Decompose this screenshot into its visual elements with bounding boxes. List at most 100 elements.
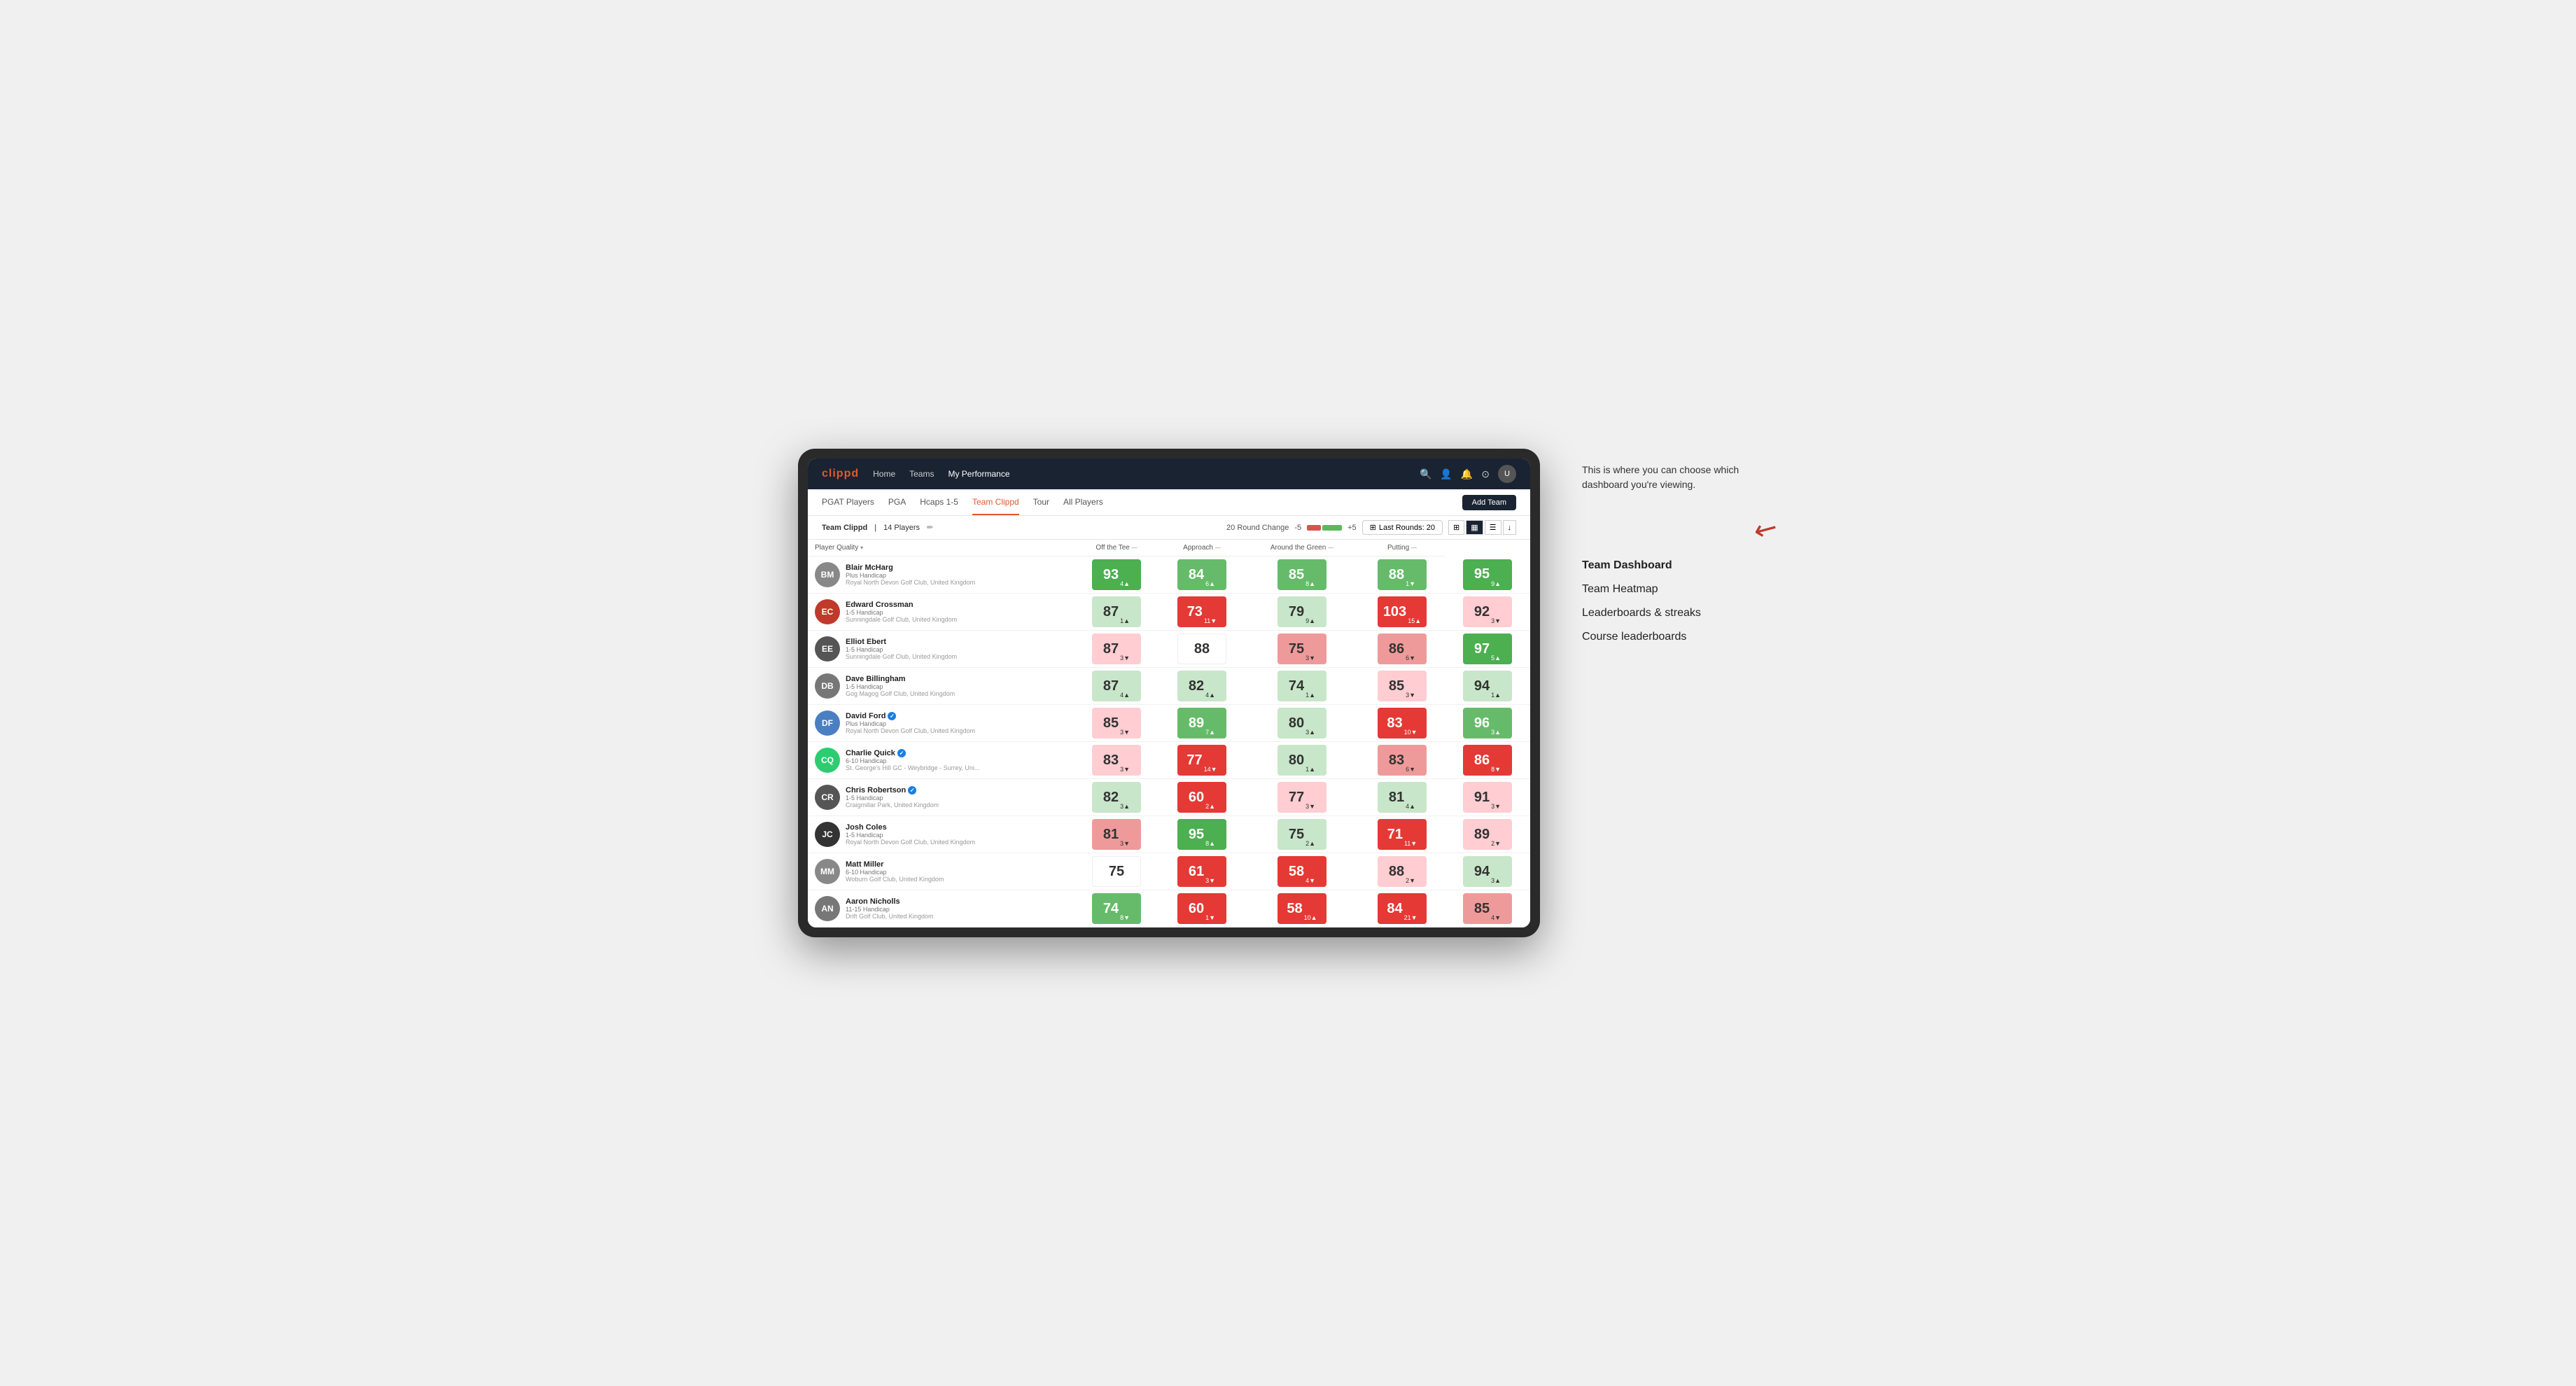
score-cell: 897▲ xyxy=(1159,705,1245,742)
nav-my-performance[interactable]: My Performance xyxy=(948,466,1009,482)
user-avatar[interactable]: U xyxy=(1498,465,1516,483)
sort-arrow-putting: — xyxy=(1411,545,1417,551)
grid-view-button[interactable]: ⊞ xyxy=(1448,520,1464,535)
menu-item-team-heatmap[interactable]: Team Heatmap xyxy=(1582,583,1778,596)
score-change: 15▲ xyxy=(1408,617,1421,624)
score-cell: 7111▼ xyxy=(1359,816,1445,853)
table-row: ANAaron Nicholls11-15 HandicapDrift Golf… xyxy=(808,890,1530,927)
score-value: 87 xyxy=(1103,604,1119,620)
score-change: 1▲ xyxy=(1306,766,1315,773)
score-change: 2▼ xyxy=(1491,840,1501,847)
table-row: DFDavid FordPlus HandicapRoyal North Dev… xyxy=(808,705,1530,742)
score-value: 82 xyxy=(1189,678,1204,694)
score-change: 8▲ xyxy=(1306,580,1315,587)
table-header-row: Player Quality ▾ Off the Tee — Approach … xyxy=(808,540,1530,556)
score-value: 60 xyxy=(1189,901,1204,917)
settings-icon[interactable]: ⊙ xyxy=(1481,468,1490,480)
score-value: 75 xyxy=(1289,827,1304,843)
player-cell[interactable]: EEElliot Ebert1-5 HandicapSunningdale Go… xyxy=(808,631,1074,668)
edit-icon[interactable]: ✏ xyxy=(927,523,933,532)
player-cell[interactable]: CQCharlie Quick6-10 HandicapSt. George's… xyxy=(808,742,1074,779)
score-cell: 752▲ xyxy=(1245,816,1359,853)
score-change: 3▲ xyxy=(1491,729,1501,736)
player-cell[interactable]: CRChris Robertson1-5 HandicapCraigmillar… xyxy=(808,779,1074,816)
score-cell: 853▼ xyxy=(1359,668,1445,705)
player-cell[interactable]: DBDave Billingham1-5 HandicapGog Magog G… xyxy=(808,668,1074,705)
player-cell[interactable]: ECEdward Crossman1-5 HandicapSunningdale… xyxy=(808,594,1074,631)
score-cell: 7714▼ xyxy=(1159,742,1245,779)
score-change: 3▲ xyxy=(1306,729,1315,736)
score-value: 75 xyxy=(1289,641,1304,657)
score-change: 9▲ xyxy=(1306,617,1315,624)
add-team-button[interactable]: Add Team xyxy=(1462,495,1516,510)
player-cell[interactable]: BMBlair McHargPlus HandicapRoyal North D… xyxy=(808,556,1074,594)
score-change: 5▲ xyxy=(1491,654,1501,662)
score-cell: 923▼ xyxy=(1445,594,1530,631)
score-value: 79 xyxy=(1289,604,1304,620)
download-button[interactable]: ↓ xyxy=(1503,520,1517,535)
score-cell: 602▲ xyxy=(1159,779,1245,816)
last-rounds-button[interactable]: ⊞ Last Rounds: 20 xyxy=(1362,520,1443,535)
menu-item-leaderboards[interactable]: Leaderboards & streaks xyxy=(1582,607,1778,620)
nav-teams[interactable]: Teams xyxy=(909,466,934,482)
last-rounds-icon: ⊞ xyxy=(1370,523,1376,532)
score-value: 60 xyxy=(1189,790,1204,806)
table-view-button[interactable]: ▦ xyxy=(1466,520,1483,535)
subnav-pga[interactable]: PGA xyxy=(888,490,906,515)
score-value: 82 xyxy=(1103,790,1119,806)
table-row: CRChris Robertson1-5 HandicapCraigmillar… xyxy=(808,779,1530,816)
player-cell[interactable]: ANAaron Nicholls11-15 HandicapDrift Golf… xyxy=(808,890,1074,927)
col-player-quality: Player Quality ▾ xyxy=(808,540,1074,556)
score-value: 103 xyxy=(1383,604,1406,620)
change-min: -5 xyxy=(1294,524,1301,532)
table-row: BMBlair McHargPlus HandicapRoyal North D… xyxy=(808,556,1530,594)
nav-home[interactable]: Home xyxy=(873,466,895,482)
subnav-team-clippd[interactable]: Team Clippd xyxy=(972,490,1019,515)
search-icon[interactable]: 🔍 xyxy=(1420,468,1432,480)
menu-item-course-leaderboards[interactable]: Course leaderboards xyxy=(1582,631,1778,643)
team-name: Team Clippd xyxy=(822,524,867,532)
subnav-pgat-players[interactable]: PGAT Players xyxy=(822,490,874,515)
verified-badge xyxy=(908,786,916,794)
score-cell: 943▲ xyxy=(1445,853,1530,890)
score-cell: 874▲ xyxy=(1074,668,1159,705)
score-change: 3▲ xyxy=(1120,803,1130,810)
player-avatar: EC xyxy=(815,599,840,624)
round-change-area: 20 Round Change -5 +5 ⊞ Last Rounds: 20 … xyxy=(1226,520,1516,535)
score-value: 71 xyxy=(1387,827,1403,843)
score-value: 83 xyxy=(1387,715,1402,732)
score-change: 6▼ xyxy=(1406,766,1415,773)
score-value: 89 xyxy=(1189,715,1204,732)
last-rounds-label: Last Rounds: 20 xyxy=(1379,524,1435,532)
person-icon[interactable]: 👤 xyxy=(1440,468,1452,480)
change-max: +5 xyxy=(1348,524,1357,532)
table-body: BMBlair McHargPlus HandicapRoyal North D… xyxy=(808,556,1530,927)
score-cell: 7311▼ xyxy=(1159,594,1245,631)
score-cell: 88 xyxy=(1159,631,1245,668)
score-cell: 881▼ xyxy=(1359,556,1445,594)
bell-icon[interactable]: 🔔 xyxy=(1461,468,1473,480)
player-avatar: DF xyxy=(815,710,840,736)
menu-item-team-dashboard[interactable]: Team Dashboard xyxy=(1582,559,1778,572)
score-value: 58 xyxy=(1289,864,1304,880)
player-avatar: JC xyxy=(815,822,840,847)
score-cell: 613▼ xyxy=(1159,853,1245,890)
list-view-button[interactable]: ☰ xyxy=(1485,520,1502,535)
score-value: 85 xyxy=(1289,567,1304,583)
score-cell: 75 xyxy=(1074,853,1159,890)
player-cell[interactable]: MMMatt Miller6-10 HandicapWoburn Golf Cl… xyxy=(808,853,1074,890)
score-change: 4▲ xyxy=(1205,692,1215,699)
table-row: MMMatt Miller6-10 HandicapWoburn Golf Cl… xyxy=(808,853,1530,890)
player-avatar: EE xyxy=(815,636,840,662)
view-toggle-icons: ⊞ ▦ ☰ ↓ xyxy=(1448,520,1516,535)
score-change: 3▲ xyxy=(1491,877,1501,884)
player-cell[interactable]: DFDavid FordPlus HandicapRoyal North Dev… xyxy=(808,705,1074,742)
player-avatar: MM xyxy=(815,859,840,884)
subnav-all-players[interactable]: All Players xyxy=(1063,490,1103,515)
subnav-hcaps[interactable]: Hcaps 1-5 xyxy=(920,490,958,515)
score-change: 1▲ xyxy=(1306,692,1315,699)
score-value: 84 xyxy=(1387,901,1402,917)
logo: clippd xyxy=(822,468,859,480)
subnav-tour[interactable]: Tour xyxy=(1033,490,1049,515)
player-cell[interactable]: JCJosh Coles1-5 HandicapRoyal North Devo… xyxy=(808,816,1074,853)
